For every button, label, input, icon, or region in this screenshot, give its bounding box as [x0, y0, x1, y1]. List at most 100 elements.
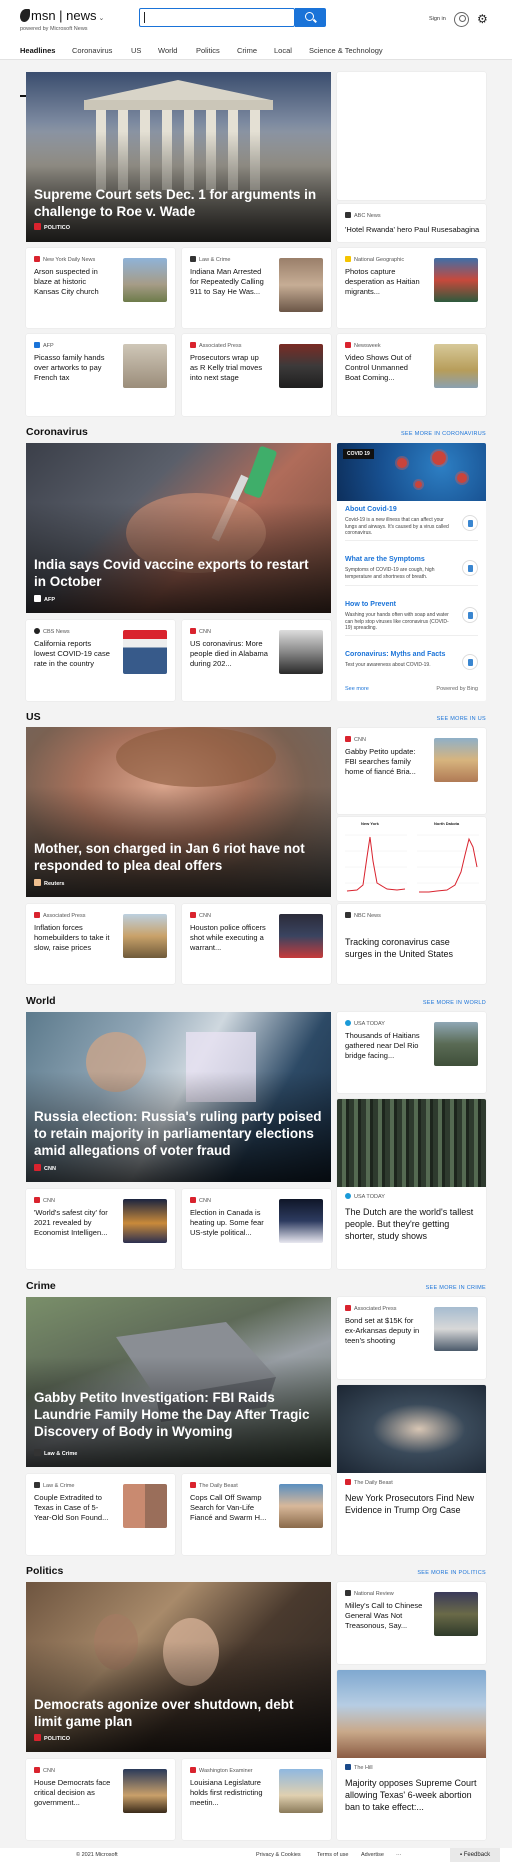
crime-hero-story[interactable]: Gabby Petito Investigation: FBI Raids La…	[26, 1297, 331, 1467]
headline[interactable]: Prosecutors wrap up as R Kelly trial mov…	[190, 353, 268, 383]
carousel-dots[interactable]	[140, 235, 206, 242]
tab-coronavirus[interactable]: Coronavirus	[72, 46, 112, 55]
headline[interactable]: Election in Canada is heating up. Some f…	[190, 1208, 268, 1238]
covid-tag: COVID 19	[343, 449, 374, 459]
see-more-politics[interactable]: SEE MORE IN POLITICS	[417, 1570, 486, 1576]
search-input[interactable]	[139, 8, 295, 27]
section-heading-us[interactable]: US	[26, 711, 41, 723]
story-card[interactable]: Newsweek Video Shows Out of Control Unman…	[337, 334, 486, 416]
hero-title[interactable]: Russia election: Russia's ruling party p…	[34, 1108, 324, 1159]
story-card[interactable]: Associated Press Inflation forces homebui…	[26, 904, 175, 984]
headline[interactable]: US coronavirus: More people died in Alab…	[190, 639, 268, 669]
tab-headlines[interactable]: Headlines	[20, 46, 55, 55]
user-avatar-icon[interactable]	[454, 12, 469, 27]
see-more-crime[interactable]: SEE MORE IN CRIME	[426, 1285, 486, 1291]
headline[interactable]: Picasso family hands over artworks to pa…	[34, 353, 112, 383]
story-card[interactable]: Law & Crime Indiana Man Arrested for Repe…	[182, 248, 331, 328]
headline[interactable]: Photos capture desperation as Haitian mi…	[345, 267, 423, 297]
world-hero-story[interactable]: Russia election: Russia's ruling party p…	[26, 1012, 331, 1182]
headline[interactable]: Tracking coronavirus case surges in the …	[345, 936, 475, 960]
covid-myths-link[interactable]: Coronavirus: Myths and Facts	[345, 651, 445, 658]
sign-in-link[interactable]: Sign in	[429, 16, 446, 22]
story-card[interactable]: The Daily Beast Cops Call Off Swamp Searc…	[182, 1474, 331, 1555]
headline[interactable]: Arson suspected in blaze at historic Kan…	[34, 267, 112, 297]
headline[interactable]: Thousands of Haitians gathered near Del …	[345, 1031, 423, 1061]
tab-local[interactable]: Local	[274, 46, 292, 55]
politics-hero-story[interactable]: Democrats agonize over shutdown, debt li…	[26, 1582, 331, 1752]
covid-see-more-link[interactable]: See more	[345, 686, 369, 692]
tab-politics[interactable]: Politics	[196, 46, 220, 55]
msn-logo[interactable]: msn | news ⌄	[20, 8, 104, 23]
chevron-down-icon[interactable]: ⌄	[97, 15, 104, 22]
story-card[interactable]: CNN House Democrats face critical decisio…	[26, 1759, 175, 1840]
headline[interactable]: Inflation forces homebuilders to take it…	[34, 923, 112, 953]
story-card[interactable]: Associated Press Bond set at $15K for ex-…	[337, 1297, 486, 1379]
search-button[interactable]	[295, 8, 326, 27]
us-hero-story[interactable]: Mother, son charged in Jan 6 riot have n…	[26, 727, 331, 897]
headline[interactable]: Couple Extradited to Texas in Case of 5-…	[34, 1493, 112, 1523]
tab-crime[interactable]: Crime	[237, 46, 257, 55]
tab-science-technology[interactable]: Science & Technology	[309, 46, 383, 55]
section-heading-crime[interactable]: Crime	[26, 1280, 56, 1292]
headline[interactable]: 'World's safest city' for 2021 revealed …	[34, 1208, 112, 1238]
headline[interactable]: Indiana Man Arrested for Repeatedly Call…	[190, 267, 268, 297]
story-card[interactable]: National Geographic Photos capture desper…	[337, 248, 486, 328]
headline[interactable]: Bond set at $15K for ex-Arkansas deputy …	[345, 1316, 423, 1346]
feedback-button[interactable]: ▪ Feedback	[450, 1848, 500, 1862]
section-heading-coronavirus[interactable]: Coronavirus	[26, 426, 88, 438]
see-more-us[interactable]: SEE MORE IN US	[437, 716, 486, 722]
headline[interactable]: 'Hotel Rwanda' hero Paul Rusesabagina...	[345, 225, 480, 235]
story-card[interactable]: CBS News California reports lowest COVID-…	[26, 620, 175, 701]
story-card-large[interactable]: The Hill Majority opposes Supreme Court …	[337, 1670, 486, 1840]
side-story-top[interactable]: ABC News 'Hotel Rwanda' hero Paul Rusesa…	[337, 204, 486, 242]
story-card-large[interactable]: The Daily Beast New York Prosecutors Fin…	[337, 1385, 486, 1555]
story-card[interactable]: CNN Houston police officers shot while ex…	[182, 904, 331, 984]
story-card[interactable]: AFP Picasso family hands over artworks to…	[26, 334, 175, 416]
covid-prevent-link[interactable]: How to Prevent	[345, 601, 396, 608]
headline[interactable]: Louisiana Legislature holds first redist…	[190, 1778, 268, 1808]
headline[interactable]: House Democrats face critical decision a…	[34, 1778, 112, 1808]
story-card-large[interactable]: USA TODAY The Dutch are the world's tall…	[337, 1099, 486, 1269]
footer-more-menu[interactable]: ···	[396, 1852, 402, 1858]
section-heading-world[interactable]: World	[26, 995, 56, 1007]
story-card[interactable]: Law & Crime Couple Extradited to Texas in…	[26, 1474, 175, 1555]
covid-about-link[interactable]: About Covid-19	[345, 506, 397, 513]
story-card[interactable]: CNN Gabby Petito update: FBI searches fam…	[337, 728, 486, 814]
headline[interactable]: Cops Call Off Swamp Search for Van-Life …	[190, 1493, 268, 1523]
headline[interactable]: Video Shows Out of Control Unmanned Boat…	[345, 353, 423, 383]
footer-link-privacy[interactable]: Privacy & Cookies	[256, 1852, 301, 1858]
story-card[interactable]: CNN Election in Canada is heating up. Som…	[182, 1189, 331, 1269]
story-card[interactable]: USA TODAY Thousands of Haitians gathered …	[337, 1012, 486, 1093]
top-hero-story[interactable]: Supreme Court sets Dec. 1 for arguments …	[26, 72, 331, 242]
tab-us[interactable]: US	[131, 46, 141, 55]
headline[interactable]: Majority opposes Supreme Court allowing …	[345, 1777, 478, 1813]
headline[interactable]: Houston police officers shot while execu…	[190, 923, 268, 953]
story-card[interactable]: Associated Press Prosecutors wrap up as R…	[182, 334, 331, 416]
story-card[interactable]: New York Daily News Arson suspected in bl…	[26, 248, 175, 328]
hero-title[interactable]: India says Covid vaccine exports to rest…	[34, 556, 324, 590]
see-more-coronavirus[interactable]: SEE MORE IN CORONAVIRUS	[401, 431, 486, 437]
headline[interactable]: The Dutch are the world's tallest people…	[345, 1206, 478, 1242]
story-card[interactable]: Washington Examiner Louisiana Legislature…	[182, 1759, 331, 1840]
gear-icon[interactable]: ⚙	[477, 13, 488, 25]
hero-title[interactable]: Supreme Court sets Dec. 1 for arguments …	[34, 186, 324, 220]
story-card-large[interactable]: NBC News Tracking coronavirus case surges…	[337, 904, 486, 984]
story-card[interactable]: CNN 'World's safest city' for 2021 reveal…	[26, 1189, 175, 1269]
see-more-world[interactable]: SEE MORE IN WORLD	[423, 1000, 486, 1006]
footer-link-advertise[interactable]: Advertise	[361, 1852, 384, 1858]
section-heading-politics[interactable]: Politics	[26, 1565, 63, 1577]
hero-title[interactable]: Democrats agonize over shutdown, debt li…	[34, 1696, 324, 1730]
tab-world[interactable]: World	[158, 46, 177, 55]
headline[interactable]: New York Prosecutors Find New Evidence i…	[345, 1492, 478, 1516]
story-card[interactable]: CNN US coronavirus: More people died in A…	[182, 620, 331, 701]
hero-title[interactable]: Gabby Petito Investigation: FBI Raids La…	[34, 1389, 324, 1440]
chart-thumbnail-card[interactable]: New York North Dakota	[337, 817, 486, 901]
footer-link-terms[interactable]: Terms of use	[317, 1852, 348, 1858]
covid-symptoms-link[interactable]: What are the Symptoms	[345, 556, 425, 563]
headline[interactable]: California reports lowest COVID-19 case …	[34, 639, 112, 669]
story-card[interactable]: National Review Milley's Call to Chinese …	[337, 1582, 486, 1664]
coronavirus-hero-story[interactable]: India says Covid vaccine exports to rest…	[26, 443, 331, 613]
hero-title[interactable]: Mother, son charged in Jan 6 riot have n…	[34, 840, 324, 874]
headline[interactable]: Milley's Call to Chinese General Was Not…	[345, 1601, 423, 1631]
headline[interactable]: Gabby Petito update: FBI searches family…	[345, 747, 423, 777]
